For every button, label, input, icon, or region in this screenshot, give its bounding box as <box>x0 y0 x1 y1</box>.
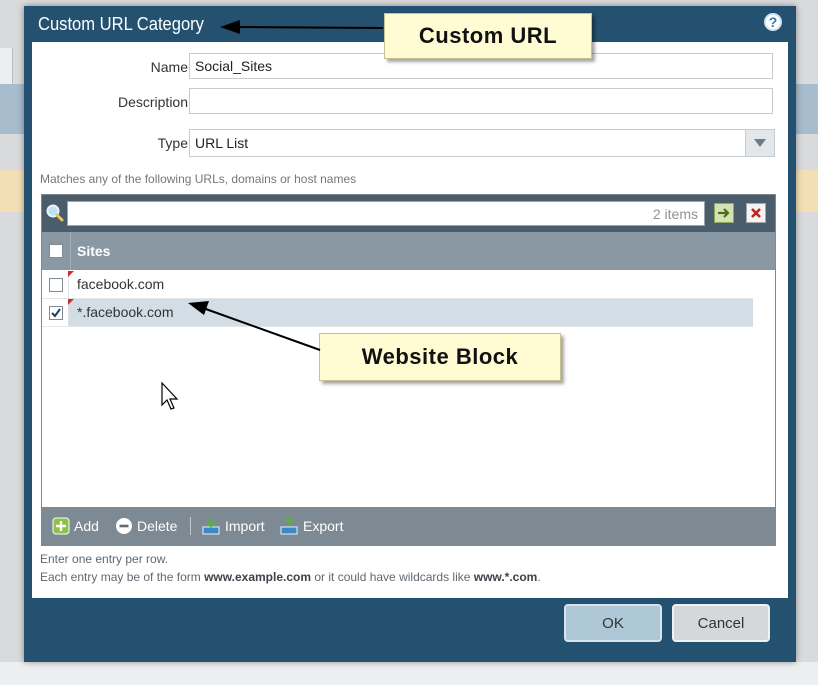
arrow-right-icon <box>718 208 730 218</box>
cancel-button[interactable]: Cancel <box>672 604 770 642</box>
row-checkbox-checked[interactable] <box>49 306 63 320</box>
website-block-callout: Website Block <box>319 333 561 381</box>
delete-label: Delete <box>137 518 178 534</box>
import-label: Import <box>225 518 265 534</box>
wildcard-hint-suffix: . <box>537 570 541 584</box>
header-check-cell <box>42 232 71 270</box>
site-row[interactable]: *.facebook.com <box>42 299 753 327</box>
row-check-cell <box>42 271 69 298</box>
export-button[interactable]: Export <box>279 517 343 535</box>
toolbar-separator <box>190 517 191 535</box>
export-label: Export <box>303 518 344 534</box>
match-hint: Matches any of the following URLs, domai… <box>40 172 357 186</box>
sites-column-header[interactable]: Sites <box>77 243 110 259</box>
checkmark-icon <box>51 308 61 318</box>
minus-icon <box>116 518 132 534</box>
delete-button[interactable]: Delete <box>115 517 177 535</box>
add-button[interactable]: Add <box>52 517 99 535</box>
chevron-down-icon[interactable] <box>745 130 774 156</box>
search-icon <box>45 203 65 223</box>
grid-search-bar: 2 items <box>42 195 775 232</box>
example-domain: www.example.com <box>204 570 312 584</box>
entry-hint: Enter one entry per row. <box>40 552 169 566</box>
plus-icon <box>52 517 70 535</box>
export-icon <box>280 517 298 535</box>
background-tab <box>0 48 13 84</box>
import-button[interactable]: Import <box>201 517 265 535</box>
background-bottom-strip <box>0 662 818 685</box>
site-url: facebook.com <box>77 276 165 292</box>
name-label: Name <box>150 59 188 75</box>
wildcard-hint: Each entry may be of the form www.exampl… <box>40 570 541 584</box>
dialog-body: Name Description Type URL List Matches a… <box>32 42 788 598</box>
ok-button[interactable]: OK <box>564 604 662 642</box>
search-input[interactable]: 2 items <box>67 201 705 226</box>
import-icon <box>202 518 220 535</box>
wildcard-hint-middle: or it could have wildcards like <box>311 570 474 584</box>
custom-url-callout: Custom URL <box>384 13 592 59</box>
type-select[interactable]: URL List <box>189 129 775 157</box>
type-label: Type <box>157 135 188 151</box>
type-select-value: URL List <box>195 135 249 151</box>
description-field[interactable] <box>189 88 773 114</box>
items-count: 2 items <box>652 206 698 222</box>
row-checkbox[interactable] <box>49 278 63 292</box>
apply-filter-button[interactable] <box>714 203 734 223</box>
help-icon[interactable]: ? <box>764 13 782 31</box>
wildcard-hint-prefix: Each entry may be of the form <box>40 570 205 584</box>
modified-flag-icon <box>68 299 74 305</box>
clear-filter-button[interactable] <box>746 203 766 223</box>
site-url: *.facebook.com <box>77 304 174 320</box>
dialog-title: Custom URL Category <box>38 14 204 34</box>
select-all-checkbox[interactable] <box>49 244 63 258</box>
modified-flag-icon <box>68 271 74 277</box>
site-row[interactable]: facebook.com <box>42 271 753 299</box>
example-wildcard: www.*.com <box>473 570 538 584</box>
grid-header: Sites <box>42 232 775 270</box>
description-label: Description <box>117 94 188 110</box>
grid-toolbar: Add Delete Import Export <box>42 507 775 545</box>
close-icon <box>751 208 761 218</box>
row-check-cell <box>42 299 69 326</box>
add-label: Add <box>74 518 99 534</box>
